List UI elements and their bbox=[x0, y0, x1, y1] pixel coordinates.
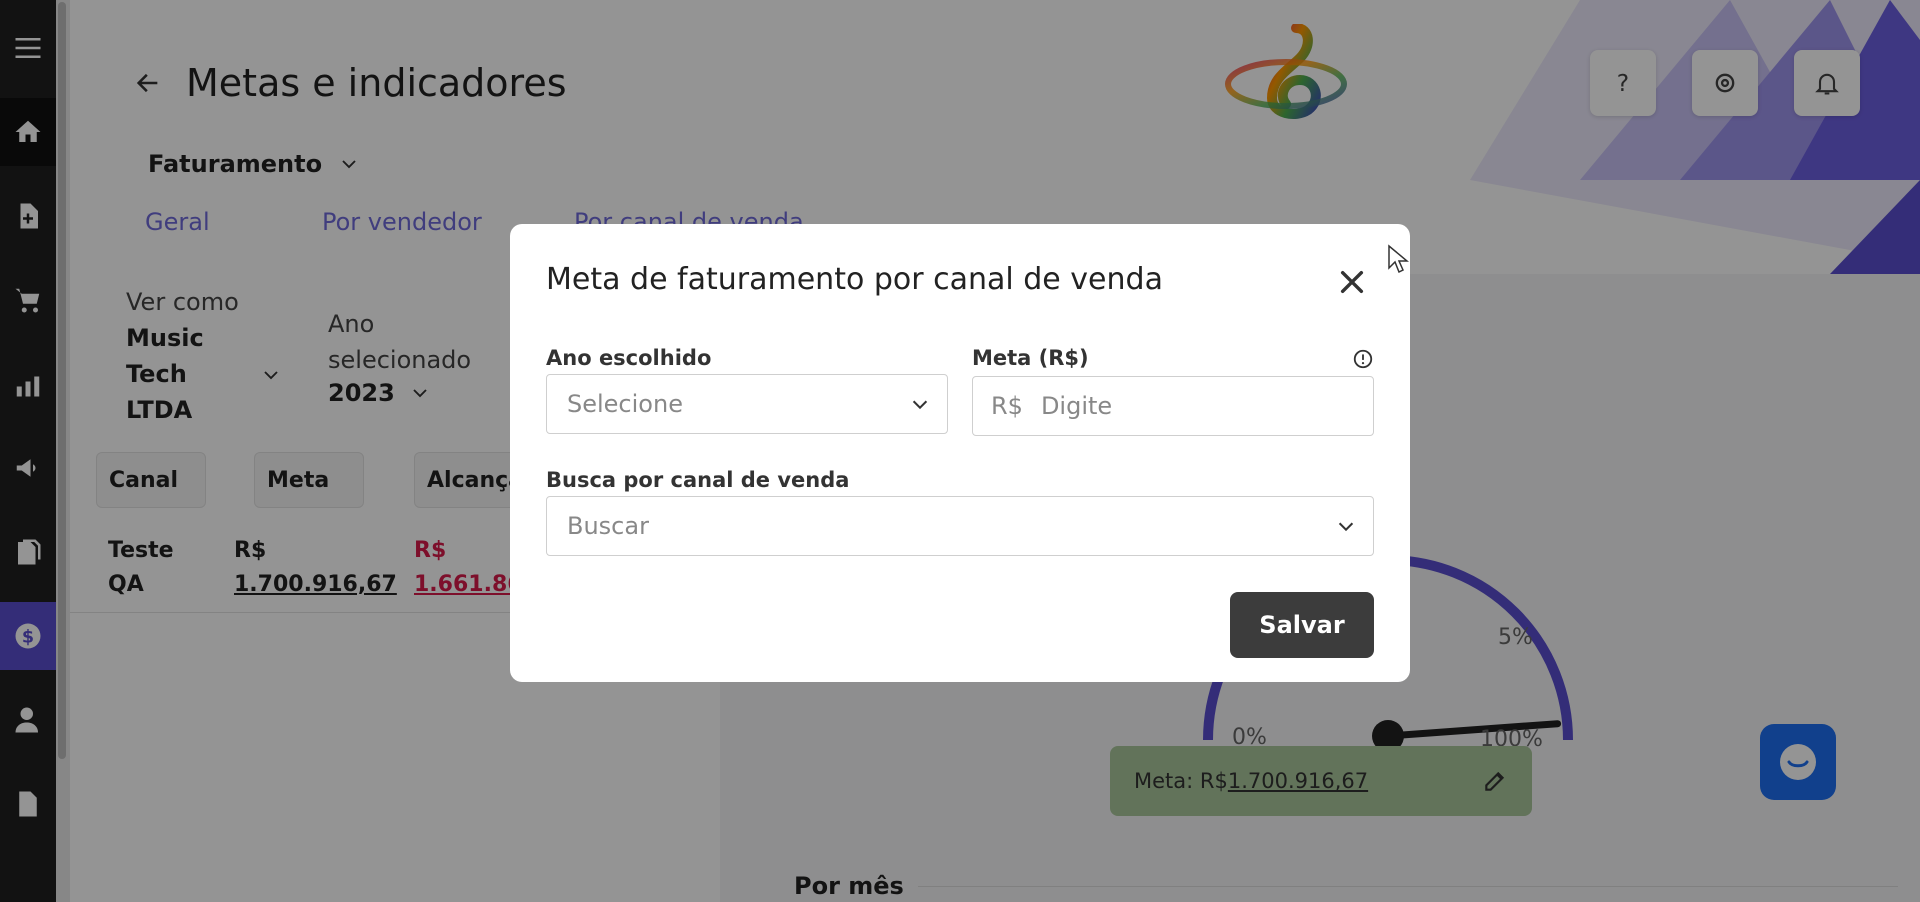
meta-input[interactable]: R$ Digite bbox=[972, 376, 1374, 436]
chevron-down-icon bbox=[912, 400, 928, 410]
modal-title: Meta de faturamento por canal de venda bbox=[546, 262, 1163, 297]
mouse-cursor-icon bbox=[1388, 244, 1409, 274]
channel-search[interactable]: Buscar bbox=[546, 496, 1374, 556]
year-field-label: Ano escolhido bbox=[546, 346, 712, 370]
goal-modal: Meta de faturamento por canal de venda A… bbox=[510, 224, 1410, 682]
meta-field-label: Meta (R$) bbox=[972, 346, 1089, 370]
channel-search-placeholder: Buscar bbox=[567, 512, 649, 540]
channel-field-label: Busca por canal de venda bbox=[546, 468, 850, 492]
info-icon[interactable] bbox=[1352, 348, 1374, 370]
save-button[interactable]: Salvar bbox=[1230, 592, 1374, 658]
year-select-placeholder: Selecione bbox=[567, 390, 683, 418]
meta-input-placeholder: Digite bbox=[1040, 392, 1113, 420]
currency-prefix: R$ bbox=[991, 392, 1023, 420]
year-select[interactable]: Selecione bbox=[546, 374, 948, 434]
chevron-down-icon bbox=[1338, 522, 1354, 532]
close-icon[interactable] bbox=[1336, 266, 1368, 298]
